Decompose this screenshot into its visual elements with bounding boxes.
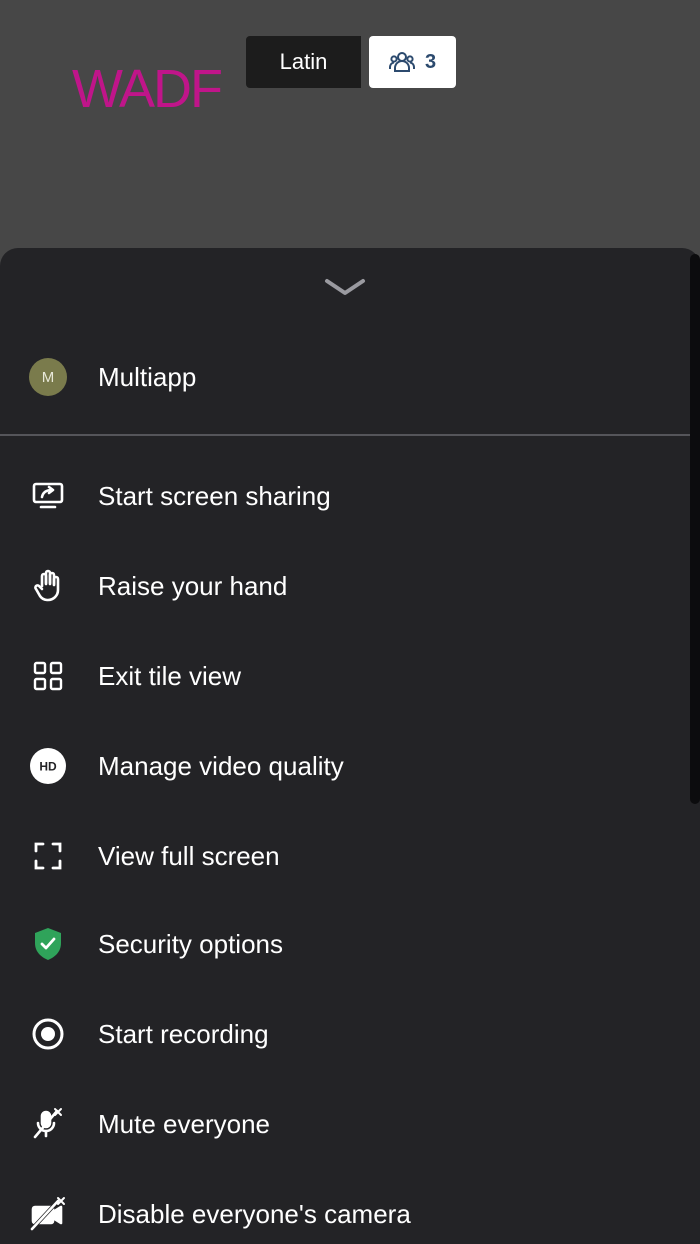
menu-item-security-options[interactable]: Security options [0, 914, 690, 974]
mic-muted-icon [28, 1104, 68, 1144]
menu-label-raise-hand: Raise your hand [98, 570, 288, 601]
language-label: Latin [279, 49, 328, 74]
tile-view-icon [28, 656, 68, 696]
brand-logo: WADF [72, 59, 223, 119]
hd-icon: HD [28, 746, 68, 786]
raise-hand-icon [28, 566, 68, 606]
menu-item-disable-everyones-camera[interactable]: Disable everyone's camera [0, 1184, 690, 1244]
menu-item-mute-everyone[interactable]: Mute everyone [0, 1094, 690, 1154]
user-name: Multiapp [98, 361, 197, 392]
menu-item-manage-video-quality[interactable]: HD Manage video quality [0, 736, 690, 796]
avatar: M [29, 358, 67, 396]
camera-off-icon [28, 1194, 68, 1234]
record-icon [28, 1014, 68, 1054]
current-user-row: M Multiapp [0, 350, 690, 404]
screen-share-icon [28, 476, 68, 516]
meeting-screen: WADF Latin 3 M Multiapp Start screen sha… [0, 0, 700, 1244]
menu-label-view-full-screen: View full screen [98, 840, 280, 871]
menu-label-manage-video-quality: Manage video quality [98, 750, 344, 781]
participants-button[interactable]: 3 [369, 36, 456, 88]
menu-label-security-options: Security options [98, 928, 283, 959]
language-selector[interactable]: Latin [246, 36, 361, 88]
avatar-initial: M [41, 368, 55, 386]
divider [0, 434, 690, 436]
chevron-down-icon [321, 276, 369, 298]
menu-label-start-screen-sharing: Start screen sharing [98, 480, 331, 511]
shield-icon [28, 924, 68, 964]
menu-item-start-screen-sharing[interactable]: Start screen sharing [0, 466, 690, 526]
participant-count: 3 [424, 50, 437, 73]
menu-label-exit-tile-view: Exit tile view [98, 660, 242, 691]
menu-label-mute-everyone: Mute everyone [98, 1108, 270, 1139]
svg-text:HD: HD [39, 760, 57, 774]
menu-item-exit-tile-view[interactable]: Exit tile view [0, 646, 690, 706]
participants-icon [388, 50, 415, 74]
fullscreen-icon [28, 836, 68, 876]
menu-label-start-recording: Start recording [98, 1018, 269, 1049]
menu-item-view-full-screen[interactable]: View full screen [0, 826, 690, 886]
menu-item-start-recording[interactable]: Start recording [0, 1004, 690, 1064]
scrollbar[interactable] [690, 254, 700, 804]
menu-label-disable-everyones-camera: Disable everyone's camera [98, 1198, 411, 1229]
collapse-sheet-button[interactable] [318, 272, 372, 302]
menu-item-raise-hand[interactable]: Raise your hand [0, 556, 690, 616]
